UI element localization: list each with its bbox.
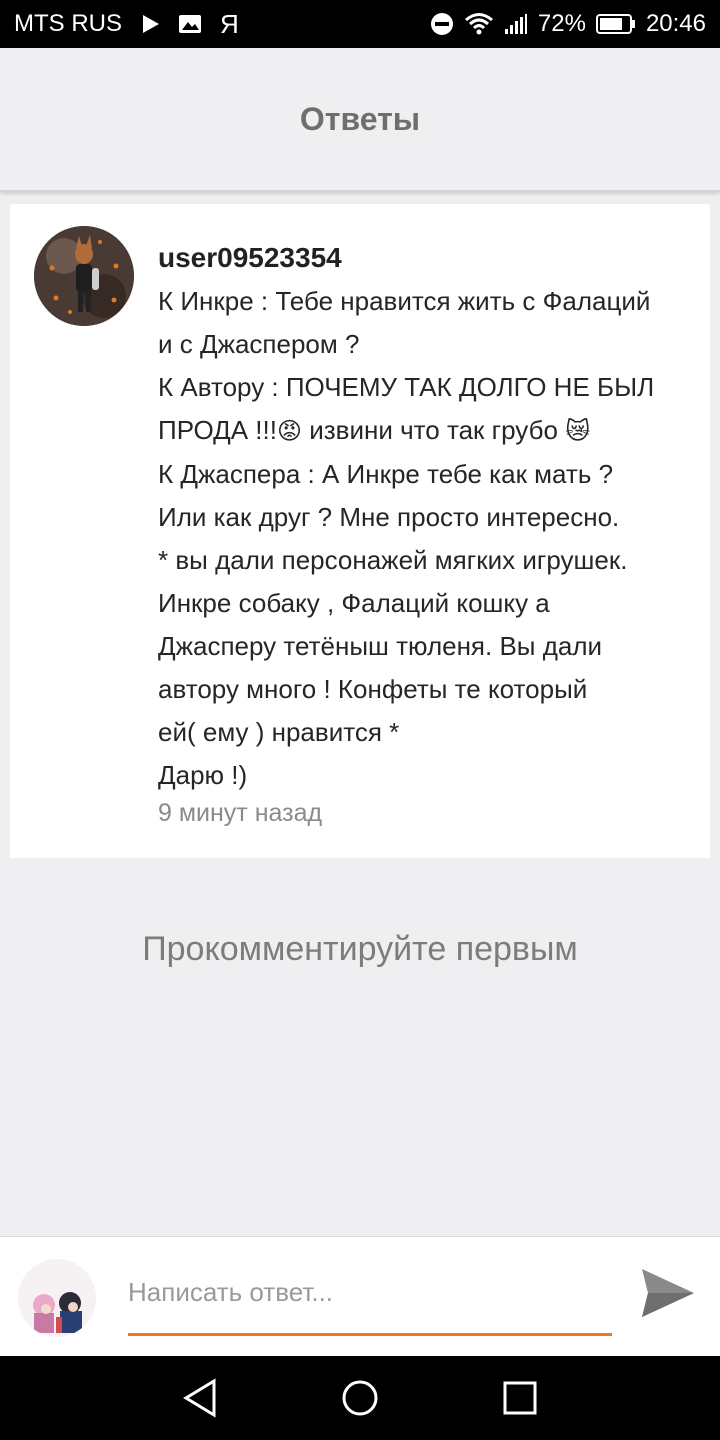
comment-line-part: ПРОДА !!! (158, 415, 277, 445)
system-nav-bar (0, 1356, 720, 1440)
reply-input[interactable] (128, 1269, 612, 1315)
image-icon (178, 14, 202, 34)
yandex-icon: Я (220, 8, 239, 39)
play-icon (140, 14, 160, 34)
comment-line: и с Джаспером ? (158, 329, 360, 359)
back-button[interactable] (170, 1368, 230, 1428)
comment-line: Джасперу тетёныш тюленя. Вы дали (158, 631, 603, 661)
wifi-icon (464, 12, 494, 36)
comment-body: user09523354 К Инкре : Тебе нравится жит… (158, 240, 706, 831)
avatar[interactable] (34, 226, 134, 326)
clock: 20:46 (645, 10, 706, 37)
comment-line: автору много ! Конфеты те который (158, 674, 588, 704)
status-bar: MTS RUS Я 72% 20:46 (0, 0, 720, 48)
signal-icon (504, 13, 528, 35)
crying-cat-emoji-icon: 😿 (565, 418, 591, 445)
page-title: Ответы (299, 100, 421, 137)
reply-bar (0, 1236, 720, 1356)
comment-line: Или как друг ? Мне просто интересно. (158, 502, 620, 532)
battery-icon (595, 13, 636, 35)
dnd-icon (430, 12, 454, 36)
comment-line: К Джаспера : А Инкре тебе как мать ? (158, 459, 614, 489)
comment-line: ПРОДА !!!😡 извини что так грубо 😿 (158, 409, 706, 453)
home-circle-icon (342, 1380, 378, 1416)
comment-line: ей( ему ) нравится * (158, 717, 400, 747)
app-header: Ответы (0, 48, 720, 192)
comment-line: Инкре собаку , Фалаций кошку а (158, 588, 550, 618)
back-triangle-icon (183, 1378, 216, 1418)
comment-line: Дарю !) (158, 760, 248, 790)
comment-username[interactable]: user09523354 (158, 240, 706, 276)
my-avatar (18, 1259, 96, 1337)
recents-button[interactable] (490, 1368, 550, 1428)
comment-text: К Инкре : Тебе нравится жить с Фалаций и… (158, 280, 706, 797)
send-button[interactable] (636, 1261, 700, 1325)
screen: MTS RUS Я 72% 20:46 Ответы user09523354 … (0, 0, 720, 1440)
comment-timestamp: 9 минут назад (158, 799, 323, 827)
carrier-name: MTS RUS (14, 10, 122, 37)
home-button[interactable] (330, 1368, 390, 1428)
comment-line: К Инкре : Тебе нравится жить с Фалаций (158, 286, 651, 316)
comment-card: user09523354 К Инкре : Тебе нравится жит… (10, 204, 710, 858)
reply-input-underline (128, 1333, 612, 1336)
angry-emoji-icon: 😡 (276, 418, 302, 445)
comment-line: К Автору : ПОЧЕМУ ТАК ДОЛГО НЕ БЫЛ (158, 372, 655, 402)
comment-line: * вы дали персонажей мягких игрушек. (158, 545, 628, 575)
send-icon (642, 1269, 694, 1317)
recents-square-icon (503, 1381, 537, 1415)
empty-comments-prompt: Прокомментируйте первым (142, 930, 578, 968)
comment-line-part: извини что так грубо (302, 415, 566, 445)
battery-percent: 72% (537, 10, 586, 37)
